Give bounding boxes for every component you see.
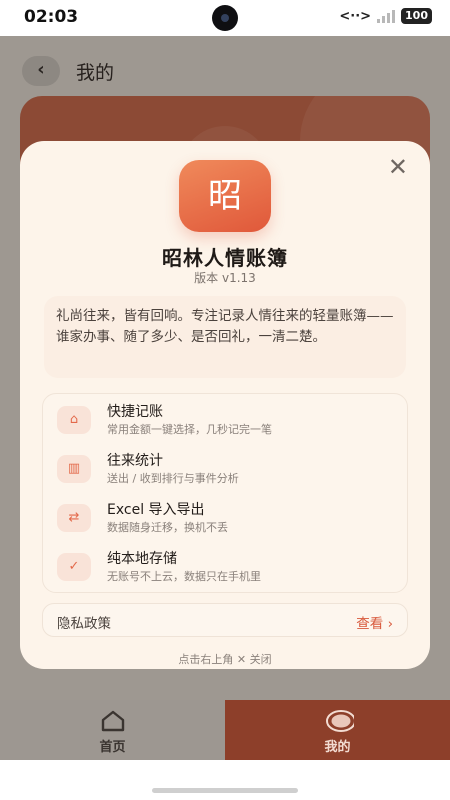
feature-desc: 常用金额一键选择，几秒记完一笔 — [107, 423, 272, 436]
page-title: 我的 — [76, 62, 115, 84]
tab-mine-label: 我的 — [324, 740, 351, 755]
feature-item: ▥ 往来统计 送出 / 收到排行与事件分析 — [43, 449, 409, 489]
status-icons: <··> 100 — [339, 8, 432, 24]
feature-item: ⌂ 快捷记账 常用金额一键选择，几秒记完一笔 — [43, 400, 409, 440]
about-dialog: ✕ 昭 昭林人情账簿 版本 v1.13 礼尚往来，皆有回响。专注记录人情往来的轻… — [20, 141, 430, 669]
gesture-bar[interactable] — [152, 788, 298, 793]
tab-mine[interactable]: 我的 — [225, 700, 450, 760]
app-name: 昭林人情账簿 — [162, 246, 288, 270]
privacy-policy-label: 隐私政策 — [57, 616, 111, 632]
feature-title: 快捷记账 — [107, 404, 163, 420]
close-icon[interactable]: ✕ — [388, 155, 408, 179]
network-icon: <··> — [339, 8, 372, 24]
view-privacy-link[interactable]: 查看 › — [356, 612, 393, 632]
gesture-area — [0, 760, 450, 800]
feature-title: 往来统计 — [107, 453, 163, 469]
home-icon: ⌂ — [57, 406, 91, 434]
camera-cutout — [212, 5, 238, 31]
close-hint: 点击右上角 ✕ 关闭 — [178, 653, 272, 666]
feature-item: ✓ 纯本地存储 无账号不上云，数据只在手机里 — [43, 547, 409, 587]
swap-icon: ⇄ — [57, 504, 91, 532]
signal-icon — [377, 9, 396, 23]
battery-icon: 100 — [401, 8, 432, 24]
feature-desc: 数据随身迁移，换机不丢 — [107, 521, 228, 534]
status-bar: 02:03 <··> 100 — [0, 0, 450, 36]
feature-list: ⌂ 快捷记账 常用金额一键选择，几秒记完一笔 ▥ 往来统计 送出 / 收到排行与… — [42, 393, 408, 593]
feature-desc: 送出 / 收到排行与事件分析 — [107, 472, 239, 485]
feature-title: Excel 导入导出 — [107, 502, 205, 518]
bar-chart-icon: ▥ — [57, 455, 91, 483]
bottom-nav: 首页 我的 — [0, 700, 450, 760]
home-icon — [101, 710, 125, 732]
app-intro: 礼尚往来，皆有回响。专注记录人情往来的轻量账簿——谁家办事、随了多少、是否回礼，… — [44, 296, 406, 378]
app-version: 版本 v1.13 — [194, 271, 256, 285]
tab-home-label: 首页 — [99, 740, 126, 755]
app-logo: 昭 — [179, 160, 271, 232]
status-time: 02:03 — [24, 7, 79, 27]
profile-icon — [326, 710, 354, 732]
tab-home[interactable]: 首页 — [0, 700, 225, 760]
back-button[interactable]: ‹ — [22, 56, 60, 86]
check-icon: ✓ — [57, 553, 91, 581]
feature-title: 纯本地存储 — [107, 551, 177, 567]
feature-item: ⇄ Excel 导入导出 数据随身迁移，换机不丢 — [43, 498, 409, 538]
privacy-policy-row[interactable]: 隐私政策 查看 › — [42, 603, 408, 637]
feature-desc: 无账号不上云，数据只在手机里 — [107, 570, 261, 583]
